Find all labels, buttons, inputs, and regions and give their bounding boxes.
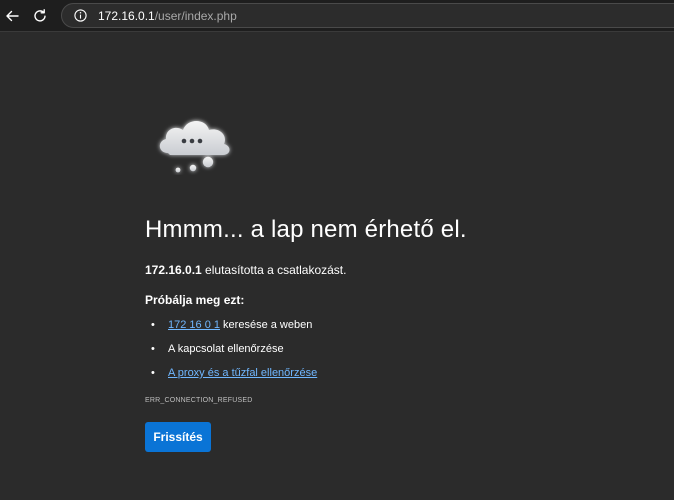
error-host: 172.16.0.1 bbox=[145, 263, 202, 277]
check-proxy-link[interactable]: A proxy és a tűzfal ellenőrzése bbox=[168, 367, 317, 379]
reload-icon bbox=[34, 9, 46, 22]
page-title: Hmmm... a lap nem érhető el. bbox=[145, 216, 467, 243]
refresh-button[interactable]: Frissítés bbox=[145, 422, 211, 452]
suggestion-check-proxy: A proxy és a tűzfal ellenőrzése bbox=[145, 364, 317, 388]
arrow-left-icon bbox=[6, 10, 19, 22]
suggestion-search: 172 16 0 1 keresése a weben bbox=[145, 316, 317, 340]
address-bar[interactable]: 172.16.0.1/user/index.php bbox=[61, 3, 674, 28]
cloud-icon bbox=[159, 121, 230, 173]
check-connection-text: A kapcsolat ellenőrzése bbox=[168, 343, 284, 355]
back-button[interactable] bbox=[0, 4, 24, 28]
info-circle-icon[interactable] bbox=[74, 9, 87, 22]
search-web-suffix: keresése a weben bbox=[220, 319, 313, 331]
url-path: /user/index.php bbox=[154, 9, 237, 23]
url-host: 172.16.0.1 bbox=[98, 9, 155, 23]
error-message: 172.16.0.1 elutasította a csatlakozást. bbox=[145, 262, 346, 278]
suggestion-check-connection: A kapcsolat ellenőrzése bbox=[145, 340, 317, 364]
suggestions-list: 172 16 0 1 keresése a weben A kapcsolat … bbox=[145, 316, 317, 388]
search-web-link[interactable]: 172 16 0 1 bbox=[168, 319, 220, 331]
reload-button[interactable] bbox=[28, 4, 52, 28]
error-code: ERR_CONNECTION_REFUSED bbox=[145, 397, 253, 404]
suggestions-heading: Próbálja meg ezt: bbox=[145, 293, 245, 307]
url-text[interactable]: 172.16.0.1/user/index.php bbox=[98, 8, 237, 24]
error-message-text: elutasította a csatlakozást. bbox=[201, 263, 347, 277]
browser-toolbar: 172.16.0.1/user/index.php bbox=[0, 0, 674, 32]
